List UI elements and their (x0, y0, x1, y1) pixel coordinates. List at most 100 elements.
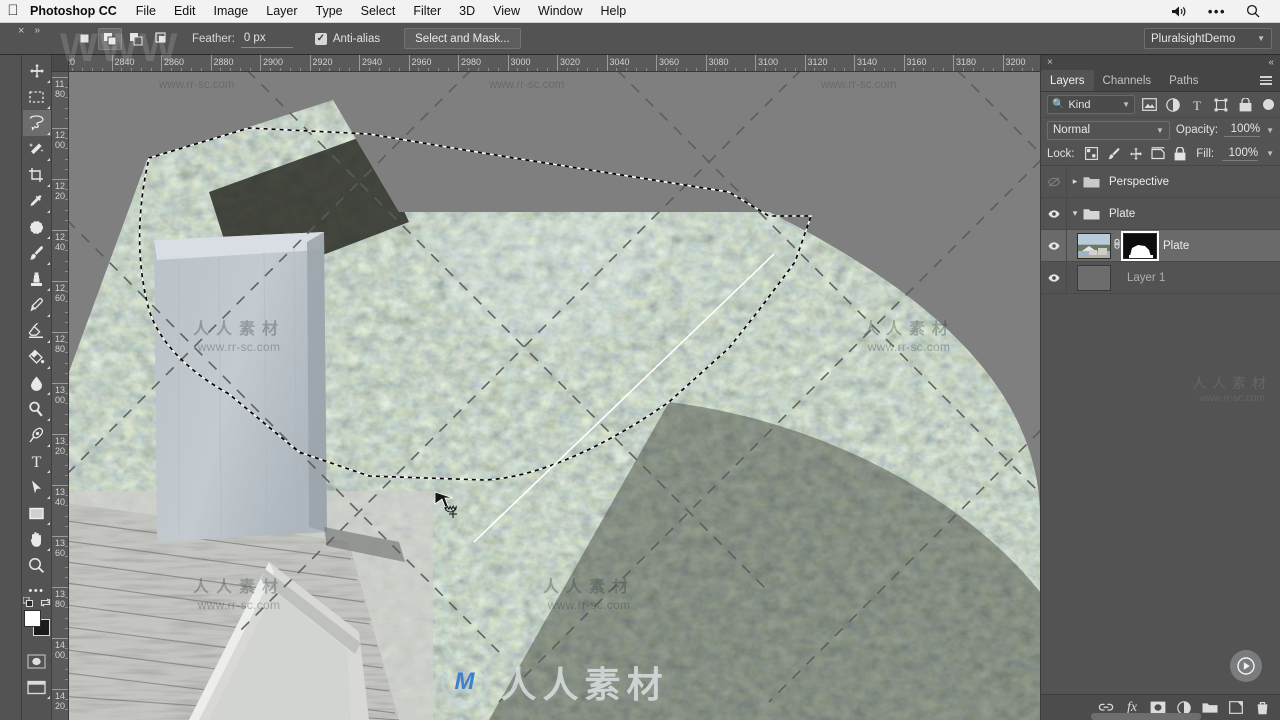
chevron-down-icon[interactable]: ▾ (1067, 208, 1083, 219)
delete-layer-icon[interactable] (1250, 697, 1274, 719)
smart-object-filter-icon[interactable] (1235, 95, 1255, 115)
crop-tool[interactable] (23, 162, 51, 188)
menu-item-file[interactable]: File (127, 0, 165, 23)
fill-value[interactable]: 100% (1222, 147, 1259, 161)
gradient-tool[interactable] (23, 344, 51, 370)
reset-colors-icon[interactable] (22, 596, 34, 610)
pen-tool[interactable] (23, 422, 51, 448)
feather-input[interactable] (240, 29, 293, 48)
pixel-filter-icon[interactable] (1139, 95, 1159, 115)
opacity-value[interactable]: 100% (1224, 123, 1261, 137)
tab-channels[interactable]: Channels (1094, 70, 1161, 91)
layer-thumbnail[interactable] (1077, 264, 1111, 291)
filter-enable-toggle[interactable] (1263, 99, 1274, 110)
horizontal-ruler[interactable]: 20 2840 2860 2880 2900 2920 2940 2960 2980 3000 30… (52, 55, 1040, 72)
document-canvas[interactable]: 人人素材 www.rr-sc.com 人人素材 www.rr-sc.com 人人… (69, 72, 1040, 720)
swap-colors-icon[interactable] (40, 597, 51, 611)
close-icon[interactable]: × (18, 25, 24, 37)
lock-position-icon[interactable] (1126, 144, 1146, 164)
lock-all-icon[interactable] (1170, 144, 1190, 164)
history-brush-tool[interactable] (23, 292, 51, 318)
menu-item-image[interactable]: Image (205, 0, 258, 23)
move-tool[interactable] (23, 58, 51, 84)
adjustment-filter-icon[interactable] (1163, 95, 1183, 115)
foreground-color-swatch[interactable] (23, 610, 41, 627)
vertical-ruler[interactable]: 1180 1200 1220 1240 1260 1280 1300 1320 1340 1360… (52, 55, 69, 720)
horizontal-scrollbar[interactable] (1091, 713, 1201, 720)
layer-visibility-toggle[interactable] (1041, 166, 1067, 198)
lock-image-pixels-icon[interactable] (1104, 144, 1124, 164)
magic-wand-tool[interactable] (23, 136, 51, 162)
layer-name[interactable]: Plate (1109, 208, 1135, 220)
hand-tool[interactable] (23, 526, 51, 552)
new-group-icon[interactable] (1198, 697, 1222, 719)
menu-item-3d[interactable]: 3D (450, 0, 484, 23)
layer-name[interactable]: Layer 1 (1127, 272, 1165, 284)
select-and-mask-button[interactable]: Select and Mask... (404, 28, 521, 49)
type-tool[interactable]: T (23, 448, 51, 474)
shape-filter-icon[interactable] (1211, 95, 1231, 115)
clone-stamp-tool[interactable] (23, 266, 51, 292)
blend-mode-select[interactable]: Normal ▼ (1047, 120, 1170, 140)
expand-icon[interactable]: » (34, 25, 40, 36)
record-overlay-button[interactable] (1230, 650, 1262, 682)
subtract-from-selection-button[interactable] (124, 28, 148, 50)
panel-collapse-icon[interactable]: « (1268, 57, 1274, 68)
table-row[interactable]: ▸ Perspective (1041, 166, 1280, 198)
ruler-corner[interactable] (52, 55, 69, 72)
lasso-tool[interactable] (22, 110, 51, 136)
tab-paths[interactable]: Paths (1160, 70, 1207, 91)
zoom-tool[interactable] (23, 552, 51, 578)
lock-artboard-nesting-icon[interactable] (1148, 144, 1168, 164)
new-selection-button[interactable] (72, 28, 96, 50)
menu-item-help[interactable]: Help (592, 0, 636, 23)
layer-mask-thumbnail[interactable] (1123, 232, 1157, 259)
opacity-chevron-down-icon[interactable]: ▼ (1266, 126, 1274, 135)
filter-kind-select[interactable]: 🔍 Kind ▼ (1047, 95, 1135, 114)
layer-name[interactable]: Plate (1163, 240, 1189, 252)
rectangular-marquee-tool[interactable] (23, 84, 51, 110)
screen-mode-button[interactable] (23, 674, 51, 700)
panel-close-icon[interactable]: × (1047, 57, 1053, 68)
workspace-selector[interactable]: PluralsightDemo ▼ (1144, 28, 1272, 49)
blur-tool[interactable] (23, 370, 51, 396)
menu-item-view[interactable]: View (484, 0, 529, 23)
spot-healing-brush-tool[interactable] (23, 214, 51, 240)
eraser-tool[interactable] (23, 318, 51, 344)
chevron-right-icon[interactable]: ▸ (1067, 176, 1083, 187)
table-row[interactable]: Layer 1 (1041, 261, 1280, 294)
path-selection-tool[interactable] (23, 474, 51, 500)
menu-app-name[interactable]: Photoshop CC (26, 4, 127, 18)
anti-alias-checkbox[interactable]: ✓ Anti-alias (314, 32, 380, 45)
dots-icon[interactable]: ••• (1198, 4, 1236, 19)
search-icon[interactable] (1236, 4, 1270, 18)
tab-layers[interactable]: Layers (1041, 70, 1094, 91)
menu-item-edit[interactable]: Edit (165, 0, 205, 23)
quick-mask-mode-button[interactable] (23, 648, 51, 674)
apple-logo-icon[interactable]:  (0, 3, 26, 20)
eyedropper-tool[interactable] (23, 188, 51, 214)
layer-visibility-toggle[interactable] (1041, 197, 1067, 230)
lock-transparent-pixels-icon[interactable] (1082, 144, 1102, 164)
fill-chevron-down-icon[interactable]: ▼ (1266, 149, 1274, 158)
brush-tool[interactable] (23, 240, 51, 266)
add-to-selection-button[interactable] (98, 27, 122, 50)
panel-menu-button[interactable] (1252, 70, 1280, 91)
type-filter-icon[interactable]: T (1187, 95, 1207, 115)
layer-visibility-toggle[interactable] (1041, 261, 1067, 294)
link-mask-icon[interactable] (1111, 237, 1123, 254)
layer-name[interactable]: Perspective (1109, 176, 1169, 188)
dodge-tool[interactable] (23, 396, 51, 422)
table-row[interactable]: Plate (1041, 229, 1280, 262)
layer-visibility-toggle[interactable] (1041, 229, 1067, 262)
menu-item-filter[interactable]: Filter (404, 0, 450, 23)
menu-item-type[interactable]: Type (307, 0, 352, 23)
volume-icon[interactable] (1161, 5, 1198, 18)
rectangle-tool[interactable] (23, 500, 51, 526)
menu-item-select[interactable]: Select (352, 0, 405, 23)
new-layer-icon[interactable] (1224, 697, 1248, 719)
table-row[interactable]: ▾ Plate (1041, 197, 1280, 230)
menu-item-layer[interactable]: Layer (257, 0, 306, 23)
menu-item-window[interactable]: Window (529, 0, 591, 23)
intersect-selection-button[interactable] (150, 28, 174, 50)
